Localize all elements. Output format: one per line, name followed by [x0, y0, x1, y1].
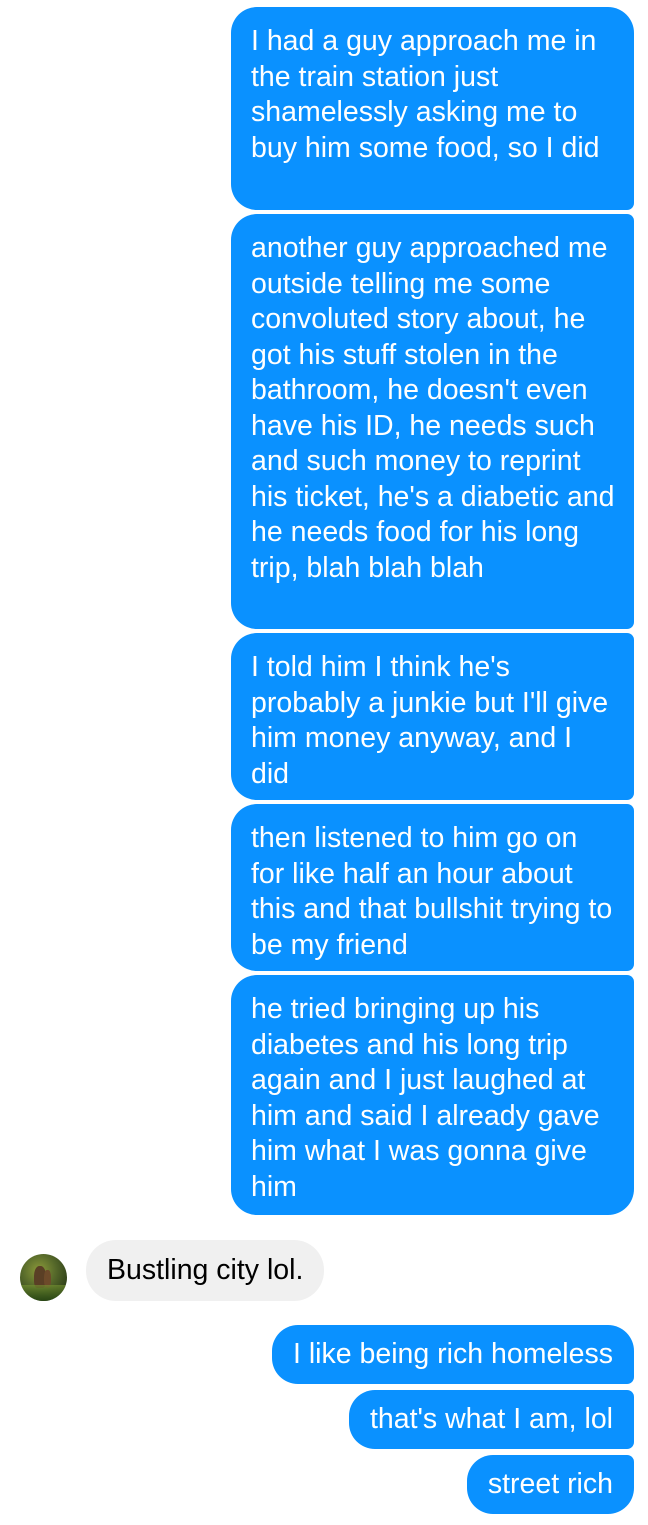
sent-message[interactable]: I told him I think he's probably a junki… — [231, 633, 634, 800]
sent-message[interactable]: that's what I am, lol — [348, 1390, 634, 1449]
sent-message[interactable]: he tried bringing up his diabetes and hi… — [231, 975, 634, 1215]
sent-message[interactable]: street rich — [466, 1455, 634, 1514]
contact-avatar[interactable] — [20, 1254, 67, 1301]
sent-message[interactable]: I had a guy approach me in the train sta… — [231, 7, 634, 210]
sent-message[interactable]: another guy approached me outside tellin… — [231, 214, 634, 629]
sent-message[interactable]: I like being rich homeless — [272, 1325, 634, 1384]
received-message[interactable]: Bustling city lol. — [86, 1240, 325, 1301]
sent-message[interactable]: then listened to him go on for like half… — [231, 804, 634, 971]
profile-photo-icon — [20, 1285, 67, 1301]
